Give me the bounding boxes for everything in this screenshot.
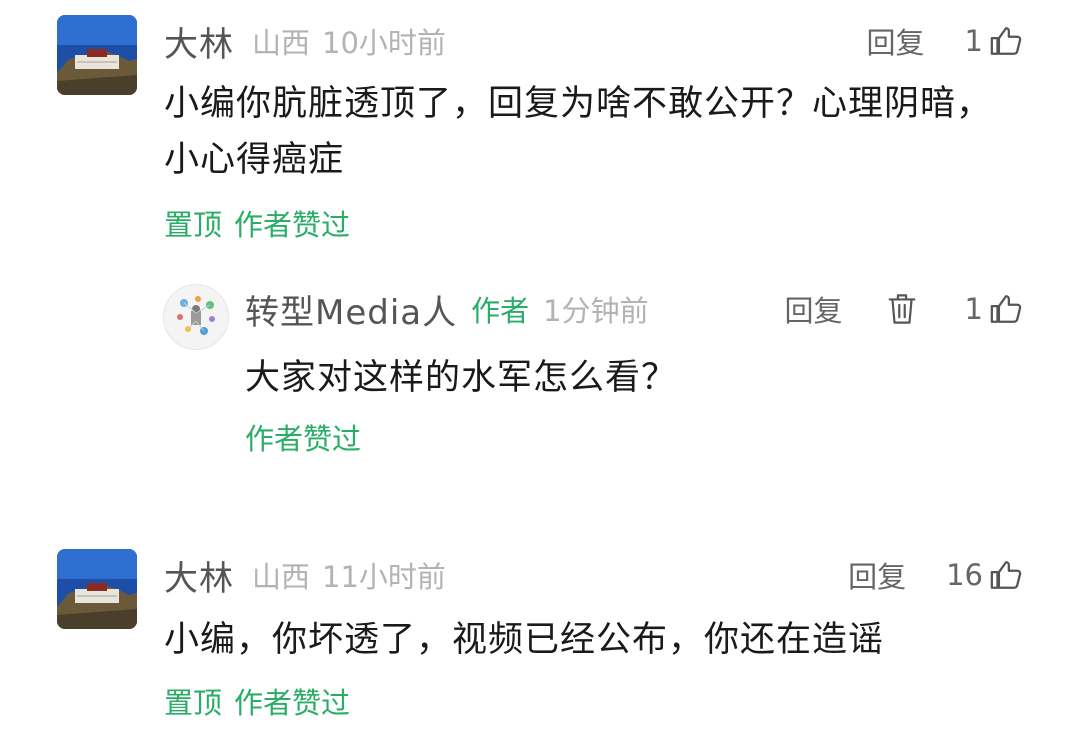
comment-content: 小编你肮脏透顶了，回复为啥不敢公开？心理阴暗，小心得癌症 [164,84,993,180]
reply-time: 1分钟前 [543,294,649,328]
reply-button[interactable]: 回复 [785,288,843,330]
author-liked-tag: 作者赞过 [234,208,351,242]
author-liked-tag: 作者赞过 [245,422,362,456]
author-liked-tag: 作者赞过 [234,686,351,720]
trash-icon[interactable] [887,292,917,326]
comment-location: 山西 [252,560,311,594]
like-button[interactable]: 1 [965,292,1023,326]
reply-button[interactable]: 回复 [867,20,925,62]
reply-button[interactable]: 回复 [848,554,906,596]
comment-location: 山西 [252,26,311,60]
like-button[interactable]: 1 [965,24,1023,58]
like-count: 1 [964,292,983,326]
like-button[interactable]: 16 [946,558,1023,592]
author-badge: 作者 [471,294,530,328]
avatar-image [57,15,137,95]
comment-username[interactable]: 大林 [164,17,234,66]
avatar-image [164,285,228,349]
thumbs-up-icon [990,295,1022,323]
comment-time: 11小时前 [322,560,446,594]
comment-content: 小编，你坏透了，视频已经公布，你还在造谣 [164,620,885,660]
pinned-tag: 置顶 [164,208,223,242]
thumbs-up-icon [990,27,1022,55]
reply-avatar[interactable] [163,284,229,350]
thumbs-up-icon [990,561,1022,589]
avatar[interactable] [57,549,137,629]
comment-time: 10小时前 [322,26,446,60]
pinned-tag: 置顶 [164,686,223,720]
avatar-image [57,549,137,629]
avatar[interactable] [57,15,137,95]
like-count: 1 [964,24,983,58]
comment-username[interactable]: 大林 [164,551,234,600]
like-count: 16 [946,558,983,592]
reply-username[interactable]: 转型Media人 [245,285,457,334]
reply-content: 大家对这样的水军怎么看？ [245,358,678,398]
